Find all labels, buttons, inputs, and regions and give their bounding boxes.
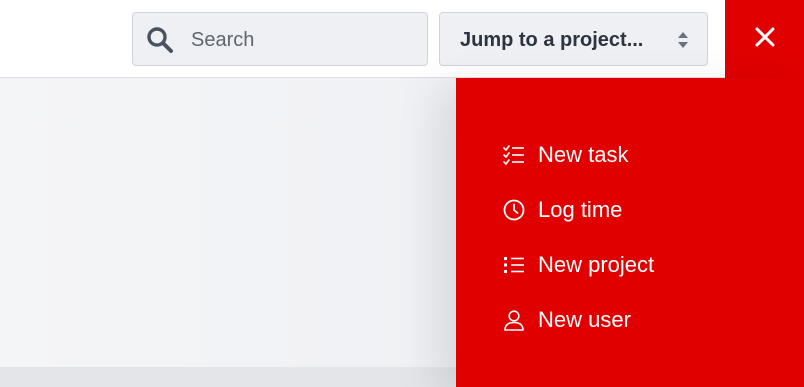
quick-actions-menu: New task Log time New project New user [456, 78, 804, 387]
search-icon [146, 26, 174, 54]
close-icon [754, 26, 776, 53]
top-bar: Jump to a project... [0, 0, 725, 78]
menu-item-new-project[interactable]: New project [502, 250, 654, 280]
menu-item-new-task[interactable]: New task [502, 140, 628, 170]
search-box[interactable] [132, 12, 428, 66]
close-menu-button[interactable] [725, 0, 804, 78]
clock-icon [502, 198, 526, 222]
user-icon [502, 308, 526, 332]
checklist-icon [502, 143, 526, 167]
project-jump-select[interactable]: Jump to a project... [439, 12, 708, 66]
list-icon [502, 253, 526, 277]
content-footer-strip [0, 367, 456, 387]
sort-arrows-icon [677, 31, 689, 49]
menu-item-label: New project [538, 252, 655, 277]
menu-item-log-time[interactable]: Log time [502, 195, 622, 225]
menu-item-label: New task [538, 142, 629, 167]
search-input[interactable] [191, 23, 411, 57]
project-jump-label: Jump to a project... [460, 29, 644, 51]
menu-item-new-user[interactable]: New user [502, 305, 631, 335]
menu-item-label: Log time [538, 197, 623, 222]
menu-item-label: New user [538, 307, 631, 332]
